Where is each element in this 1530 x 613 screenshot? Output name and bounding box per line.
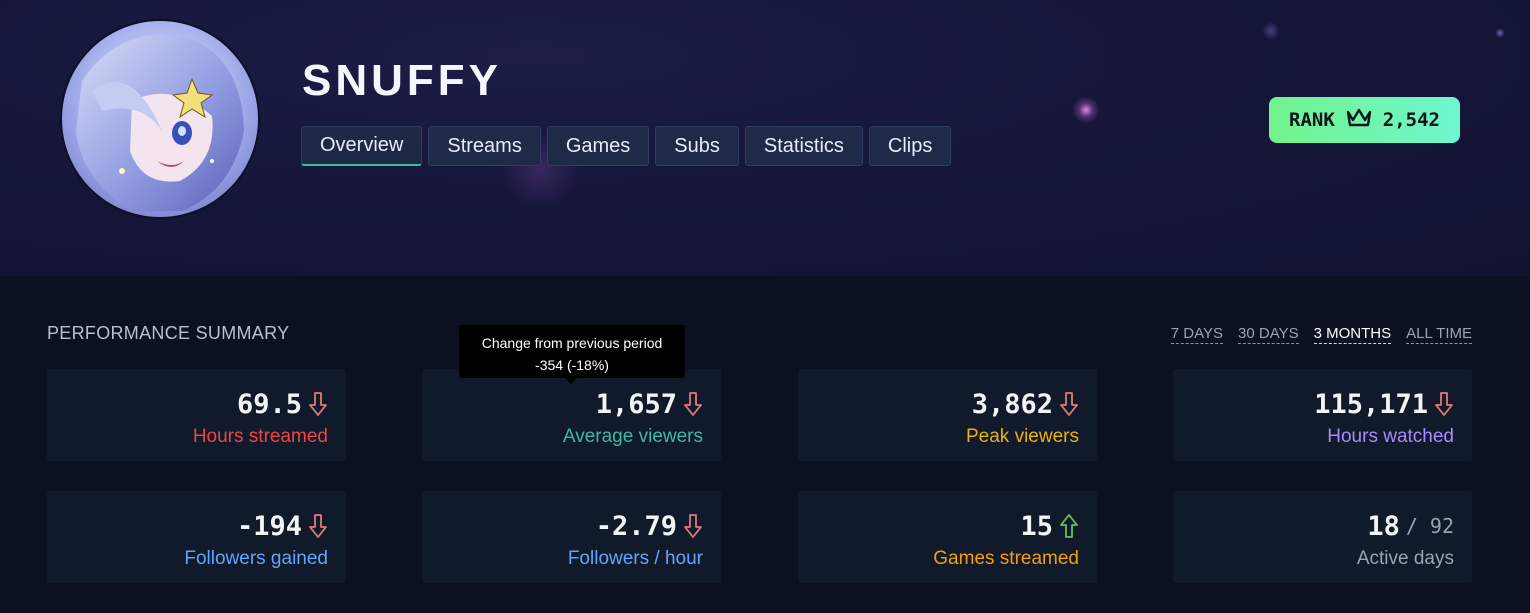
stat-label: Hours watched [1327, 426, 1454, 447]
stat-label: Followers gained [184, 548, 328, 569]
change-tooltip: Change from previous period -354 (-18%) [459, 325, 685, 378]
stat-card-games-streamed[interactable]: 15 Games streamed [798, 491, 1097, 583]
tab-overview[interactable]: Overview [301, 126, 423, 166]
arrow-down-icon [1434, 391, 1454, 417]
stat-label: Games streamed [933, 548, 1079, 569]
stat-card-peak-viewers[interactable]: 3,862 Peak viewers [798, 369, 1097, 461]
stat-value: 15 [1020, 510, 1053, 542]
stat-card-active-days[interactable]: 18 / 92 Active days [1173, 491, 1472, 583]
channel-header: SNUFFY Overview Streams Games Subs Stati… [0, 0, 1530, 276]
tab-statistics[interactable]: Statistics [744, 126, 863, 166]
stat-value: 18 [1367, 510, 1400, 542]
stat-card-followers-gained[interactable]: -194 Followers gained [47, 491, 346, 583]
stat-label: Average viewers [562, 426, 703, 447]
arrow-down-icon [683, 513, 703, 539]
stat-card-hours-streamed[interactable]: 69.5 Hours streamed [47, 369, 346, 461]
streamer-name: SNUFFY [302, 56, 502, 105]
stat-card-hours-watched[interactable]: 115,171 Hours watched [1173, 369, 1472, 461]
background-sparkle [1495, 28, 1505, 38]
stat-value: -2.79 [595, 510, 677, 542]
tooltip-value: -354 (-18%) [535, 357, 609, 373]
stat-label: Peak viewers [966, 426, 1079, 447]
period-30-days[interactable]: 30 DAYS [1238, 325, 1299, 344]
rank-label: RANK [1289, 109, 1335, 131]
background-sparkle [1262, 22, 1280, 40]
period-all-time[interactable]: ALL TIME [1406, 325, 1472, 344]
crown-icon [1345, 107, 1373, 134]
stat-suffix: / 92 [1405, 514, 1454, 538]
tooltip-title: Change from previous period [481, 335, 663, 351]
tab-clips[interactable]: Clips [868, 126, 952, 166]
arrow-down-icon [683, 391, 703, 417]
avatar-image [62, 21, 258, 217]
avatar[interactable] [60, 19, 260, 219]
period-selector: 7 DAYS 30 DAYS 3 MONTHS ALL TIME [1170, 325, 1472, 344]
background-sparkle [1072, 96, 1100, 124]
stat-value: 69.5 [236, 388, 302, 420]
tooltip-pointer [565, 378, 577, 384]
rank-value: 2,542 [1382, 109, 1440, 131]
stat-value: 115,171 [1314, 388, 1428, 420]
tab-games[interactable]: Games [546, 126, 650, 166]
stat-label: Active days [1356, 548, 1454, 569]
arrow-down-icon [308, 391, 328, 417]
channel-tabs: Overview Streams Games Subs Statistics C… [301, 126, 952, 166]
period-3-months[interactable]: 3 MONTHS [1313, 325, 1392, 344]
tab-streams[interactable]: Streams [428, 126, 541, 166]
arrow-up-icon [1059, 513, 1079, 539]
section-title: PERFORMANCE SUMMARY [47, 323, 290, 343]
arrow-down-icon [1059, 391, 1079, 417]
stat-value: 1,657 [595, 388, 677, 420]
tab-subs[interactable]: Subs [655, 126, 739, 166]
period-7-days[interactable]: 7 DAYS [1170, 325, 1224, 344]
stat-value: -194 [236, 510, 302, 542]
stat-label: Hours streamed [192, 426, 328, 447]
stat-card-followers-per-hour[interactable]: -2.79 Followers / hour [422, 491, 721, 583]
stat-value: 3,862 [971, 388, 1053, 420]
stat-label: Followers / hour [567, 548, 703, 569]
arrow-down-icon [308, 513, 328, 539]
rank-badge[interactable]: RANK 2,542 [1269, 97, 1460, 143]
